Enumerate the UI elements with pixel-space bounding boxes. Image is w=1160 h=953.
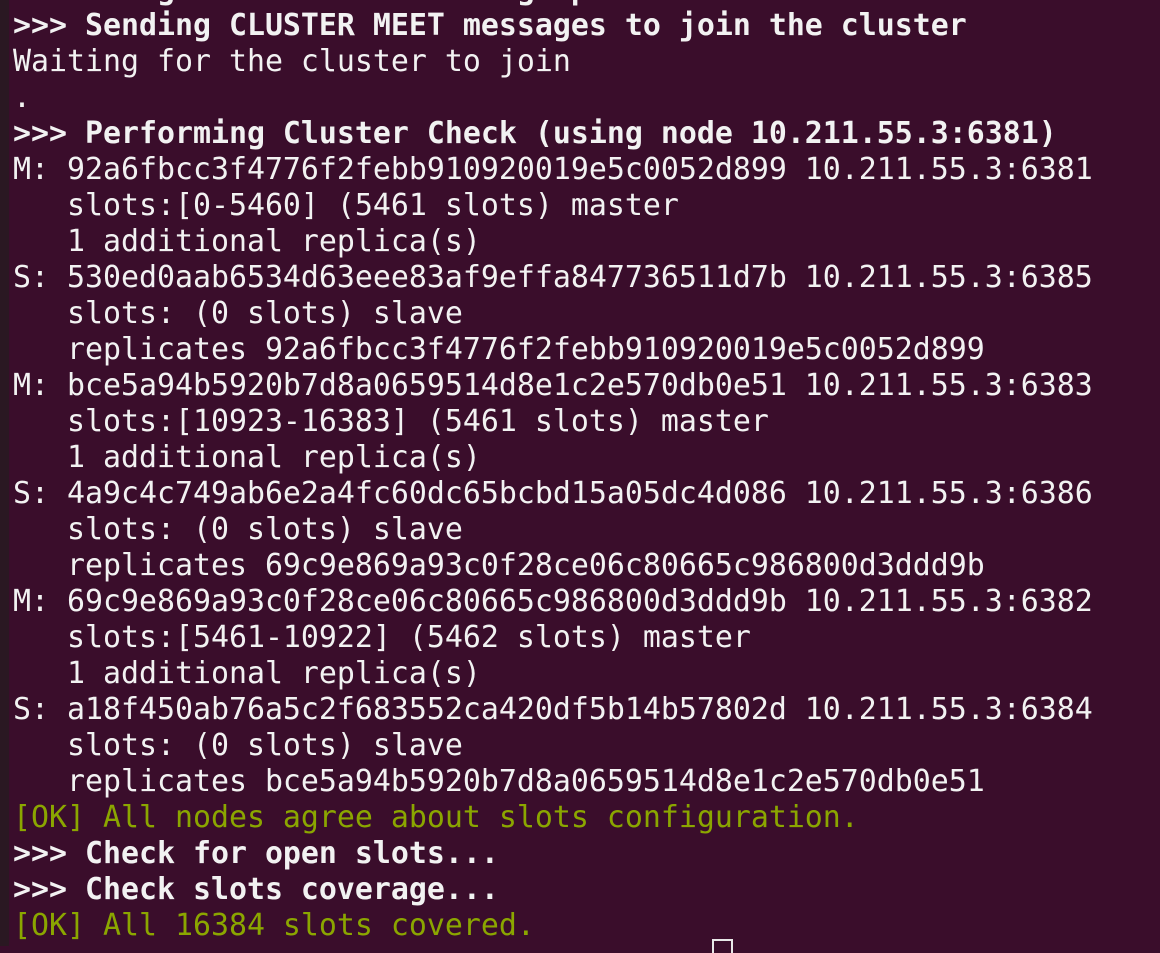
terminal-line: 1 additional replica(s) bbox=[13, 656, 481, 691]
terminal-line: slots:[5461-10922] (5462 slots) master bbox=[13, 620, 751, 655]
terminal-output[interactable]: >>> Assign a different config epoch to e… bbox=[13, 0, 1093, 944]
terminal-line: >>> Performing Cluster Check (using node… bbox=[13, 116, 1057, 151]
terminal-line: replicates 92a6fbcc3f4776f2febb910920019… bbox=[13, 332, 985, 367]
terminal-line: S: a18f450ab76a5c2f683552ca420df5b14b578… bbox=[13, 692, 1093, 727]
terminal-line-ok: [OK] All 16384 slots covered. bbox=[13, 908, 535, 943]
terminal-line: slots:[0-5460] (5461 slots) master bbox=[13, 188, 679, 223]
terminal-line: slots: (0 slots) slave bbox=[13, 512, 463, 547]
terminal-line: M: bce5a94b5920b7d8a0659514d8e1c2e570db0… bbox=[13, 368, 1093, 403]
window-edge bbox=[0, 0, 9, 946]
terminal-line: slots: (0 slots) slave bbox=[13, 296, 463, 331]
terminal-line: >>> Check for open slots... bbox=[13, 836, 499, 871]
terminal-line: S: 4a9c4c749ab6e2a4fc60dc65bcbd15a05dc4d… bbox=[13, 476, 1093, 511]
terminal-line: M: 69c9e869a93c0f28ce06c80665c986800d3dd… bbox=[13, 584, 1093, 619]
terminal-line: M: 92a6fbcc3f4776f2febb910920019e5c0052d… bbox=[13, 152, 1093, 187]
terminal-line: . bbox=[13, 80, 31, 115]
terminal-line: replicates 69c9e869a93c0f28ce06c80665c98… bbox=[13, 548, 985, 583]
terminal-line: 1 additional replica(s) bbox=[13, 440, 481, 475]
terminal-line: S: 530ed0aab6534d63eee83af9effa847736511… bbox=[13, 260, 1093, 295]
terminal-line: slots: (0 slots) slave bbox=[13, 728, 463, 763]
terminal-line-ok: [OK] All nodes agree about slots configu… bbox=[13, 800, 859, 835]
terminal-line: >>> Check slots coverage... bbox=[13, 872, 499, 907]
terminal-line: >>> Sending CLUSTER MEET messages to joi… bbox=[13, 8, 967, 43]
terminal-line: slots:[10923-16383] (5461 slots) master bbox=[13, 404, 769, 439]
terminal-line: >>> Assign a different config epoch to e… bbox=[13, 0, 1093, 8]
terminal-line: Waiting for the cluster to join bbox=[13, 44, 571, 79]
terminal-line: 1 additional replica(s) bbox=[13, 224, 481, 259]
terminal-line: replicates bce5a94b5920b7d8a0659514d8e1c… bbox=[13, 764, 985, 799]
text-cursor-icon bbox=[712, 939, 733, 953]
